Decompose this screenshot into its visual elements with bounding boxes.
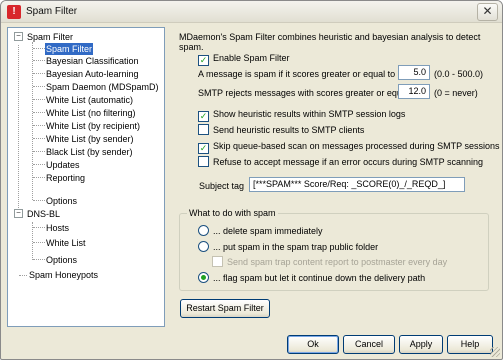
title-bar[interactable]: ! Spam Filter ✕ [1,1,502,23]
tree-connector [33,60,45,61]
tree-item-bayesian-auto-learning[interactable]: Bayesian Auto-learning [45,68,140,80]
tree-item-updates[interactable]: Updates [45,159,81,171]
radio-icon [198,225,209,236]
reject-hint: (0 = never) [434,88,478,98]
checkmark-icon: ✓ [198,111,209,122]
tree-item-spam-honeypots[interactable]: Spam Honeypots [28,269,99,281]
collapse-icon: − [16,31,21,40]
skip-queue-label: Skip queue-based scan on messages proces… [213,141,500,151]
tree-connector [33,151,45,152]
score-threshold-input[interactable]: 5.0 [398,65,430,80]
spam-action-group-label: What to do with spam [187,208,278,219]
tree-item-white-list-automatic[interactable]: White List (automatic) [45,94,134,106]
tree-item-spam-filter-group[interactable]: Spam Filter [26,31,74,43]
checkmark-icon: ✓ [198,143,209,154]
ok-button[interactable]: Ok [287,335,339,354]
radio-selected-icon [198,272,209,283]
tree-item-black-list-by-sender[interactable]: Black List (by sender) [45,146,134,158]
send-heuristic-label: Send heuristic results to SMTP clients [213,125,365,135]
score-range-hint: (0.0 - 500.0) [434,69,484,79]
trap-report-label: Send spam trap content report to postmas… [227,257,448,267]
tree-item-white-list-by-sender[interactable]: White List (by sender) [45,133,135,145]
cancel-button[interactable]: Cancel [343,335,395,354]
spam-trap-label: ... put spam in the spam trap public fol… [213,242,379,252]
tree-connector [33,73,45,74]
score-label: A message is spam if it scores greater o… [198,69,396,79]
tree-item-options[interactable]: Options [45,195,78,207]
tree-connector [18,45,19,214]
tree-connector [33,86,45,87]
tree-item-bayesian-classification[interactable]: Bayesian Classification [45,55,140,67]
tree-item-spam-daemon[interactable]: Spam Daemon (MDSpamD) [45,81,160,93]
checkmark-icon: ✓ [198,55,209,66]
tree-item-dns-options[interactable]: Options [45,254,78,266]
tree-connector [33,48,45,49]
tree-connector [33,112,45,113]
tree-item-dns-bl[interactable]: DNS-BL [26,208,61,220]
tree-connector [33,227,45,228]
app-icon: ! [7,5,21,19]
checkbox-empty-icon [212,256,223,267]
delete-spam-label: ... delete spam immediately [213,226,323,236]
tree-item-white-list-no-filtering[interactable]: White List (no filtering) [45,107,137,119]
flag-spam-radio[interactable]: ... flag spam but let it continue down t… [198,272,425,284]
expander-spam-filter[interactable]: − [14,32,23,41]
checkbox-empty-icon [198,156,209,167]
tree-connector [33,138,45,139]
tree-connector [33,177,45,178]
delete-spam-radio[interactable]: ... delete spam immediately [198,225,323,237]
reject-threshold-input[interactable]: 12.0 [398,84,430,99]
refuse-error-checkbox[interactable]: Refuse to accept message if an error occ… [198,156,483,168]
tree-connector [19,275,27,276]
tree-item-spam-filter[interactable]: Spam Filter [45,43,94,55]
tree-item-dns-white-list[interactable]: White List [45,237,87,249]
send-heuristic-checkbox[interactable]: Send heuristic results to SMTP clients [198,124,364,136]
restart-spam-filter-button[interactable]: Restart Spam Filter [180,299,270,318]
close-icon: ✕ [482,4,493,18]
subject-tag-input[interactable]: [***SPAM*** Score/Req: _SCORE(0)_/_REQD_… [249,177,465,192]
expander-dns-bl[interactable]: − [14,209,23,218]
collapse-icon: − [16,208,21,217]
reject-label: SMTP rejects messages with scores greate… [198,88,419,98]
flag-spam-label: ... flag spam but let it continue down t… [213,273,426,283]
spam-filter-window: ! Spam Filter ✕ − Spam Filter Spam Filte… [0,0,503,360]
show-heuristic-checkbox[interactable]: ✓ Show heuristic results within SMTP sess… [198,108,405,122]
tree-item-reporting[interactable]: Reporting [45,172,86,184]
window-title: Spam Filter [26,6,78,17]
help-button[interactable]: Help [447,335,493,354]
checkbox-empty-icon [198,124,209,135]
tree-connector [33,259,45,260]
close-button[interactable]: ✕ [477,3,498,21]
refuse-error-label: Refuse to accept message if an error occ… [213,157,483,167]
tree-item-hosts[interactable]: Hosts [45,222,70,234]
radio-icon [198,241,209,252]
subject-tag-label: Subject tag [199,181,245,191]
apply-button[interactable]: Apply [399,335,443,354]
enable-spam-filter-label: Enable Spam Filter [213,53,290,63]
spam-trap-radio[interactable]: ... put spam in the spam trap public fol… [198,241,378,253]
tree-connector [33,99,45,100]
intro-text: MDaemon's Spam Filter combines heuristic… [179,32,481,52]
tree-item-white-list-by-recipient[interactable]: White List (by recipient) [45,120,141,132]
tree-connector [33,200,45,201]
tree-connector [33,164,45,165]
trap-report-checkbox[interactable]: Send spam trap content report to postmas… [212,256,447,268]
show-heuristic-label: Show heuristic results within SMTP sessi… [213,109,406,119]
tree-connector [33,125,45,126]
settings-tree[interactable]: − Spam Filter Spam Filter Bayesian Class… [7,27,165,327]
skip-queue-checkbox[interactable]: ✓ Skip queue-based scan on messages proce… [198,140,500,154]
tree-connector [33,242,45,243]
resize-grip-icon[interactable] [490,347,500,357]
enable-spam-filter-checkbox[interactable]: ✓ Enable Spam Filter [198,52,290,66]
